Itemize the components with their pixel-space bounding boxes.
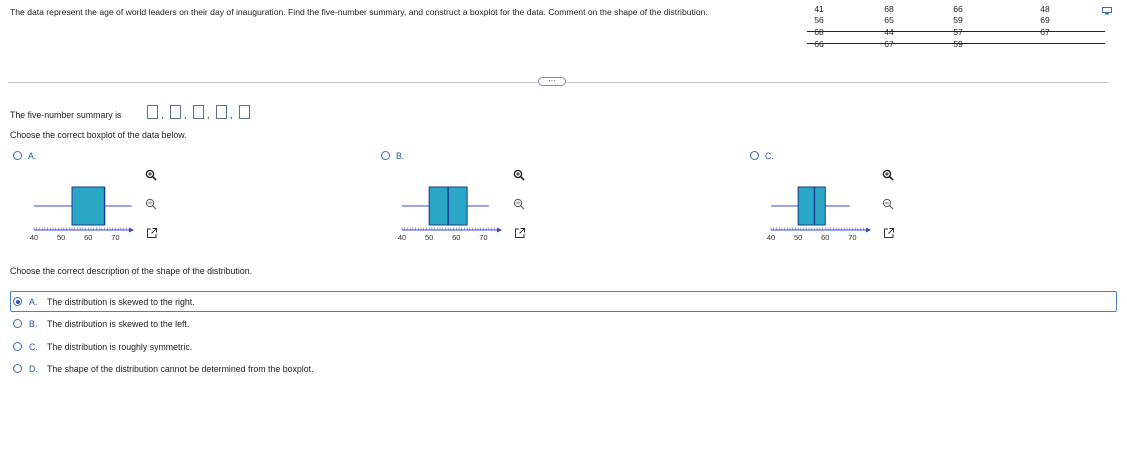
table-row: 68 44 57 67 <box>807 27 1105 37</box>
popout-icon[interactable] <box>146 227 158 239</box>
comma-separator: , <box>161 110 164 120</box>
table-rule <box>807 43 1105 44</box>
axis-tick-label: 70 <box>848 233 856 242</box>
boxplot-box <box>797 186 826 226</box>
zoom-in-icon[interactable] <box>882 169 894 181</box>
table-row: 41 68 66 48 <box>807 4 1105 14</box>
boxplot-chart: 40 50 60 70 <box>398 186 502 242</box>
zoom-out-icon[interactable] <box>882 198 894 210</box>
table-cell: 68 <box>814 27 824 37</box>
question-text: The data represent the age of world lead… <box>10 7 708 17</box>
five-number-input-3[interactable] <box>193 105 204 119</box>
table-cell: 57 <box>953 27 963 37</box>
popout-icon[interactable] <box>883 227 895 239</box>
boxplot-option-a-radio[interactable] <box>13 151 22 160</box>
axis-arrow <box>866 227 871 233</box>
boxplot-option-letter: C. <box>765 151 774 161</box>
shape-option-b-radio[interactable] <box>13 319 22 328</box>
boxplot-option-letter: B. <box>396 151 405 161</box>
popout-icon[interactable] <box>514 227 526 239</box>
axis-tick-label: 70 <box>479 233 487 242</box>
table-cell: 65 <box>884 15 894 25</box>
table-cell: 67 <box>884 39 894 49</box>
shape-option-letter: C. <box>29 342 38 352</box>
boxplot-option-letter: A. <box>28 151 37 161</box>
table-cell: 41 <box>814 4 824 14</box>
zoom-in-icon[interactable] <box>513 169 525 181</box>
zoom-in-icon[interactable] <box>145 169 157 181</box>
zoom-out-icon[interactable] <box>513 198 525 210</box>
table-cell: 59 <box>953 15 963 25</box>
five-number-label: The five-number summary is <box>10 110 122 120</box>
shape-option-c-radio[interactable] <box>13 342 22 351</box>
zoom-out-icon[interactable] <box>145 198 157 210</box>
shape-option-text[interactable]: The distribution is roughly symmetric. <box>47 342 192 352</box>
shape-option-d-radio[interactable] <box>13 364 22 373</box>
boxplot-box <box>71 186 106 226</box>
five-number-input-1[interactable] <box>147 105 158 119</box>
axis-tick-label: 50 <box>57 233 65 242</box>
shape-option-letter: A. <box>29 297 38 307</box>
axis-tick-label: 60 <box>84 233 92 242</box>
table-cell: 44 <box>884 27 894 37</box>
table-cell: 59 <box>953 39 963 49</box>
boxplot-option-c-radio[interactable] <box>750 151 759 160</box>
shape-option-a-radio[interactable] <box>13 297 22 306</box>
table-cell: 66 <box>953 4 963 14</box>
table-row: 56 65 59 69 <box>807 15 1105 25</box>
expand-icon[interactable] <box>1102 7 1112 15</box>
table-row: 66 67 59 <box>807 39 1105 49</box>
table-cell: 48 <box>1040 4 1050 14</box>
table-cell: 56 <box>814 15 824 25</box>
boxplot-prompt: Choose the correct boxplot of the data b… <box>10 130 187 140</box>
axis-arrow <box>129 227 134 233</box>
axis-tick-label: 40 <box>767 233 775 242</box>
table-rule <box>807 31 1105 32</box>
axis-tick-label: 70 <box>111 233 119 242</box>
shape-option-text[interactable]: The shape of the distribution cannot be … <box>47 364 314 374</box>
five-number-input-2[interactable] <box>170 105 181 119</box>
axis-tick-label: 60 <box>821 233 829 242</box>
table-cell: 68 <box>884 4 894 14</box>
five-number-input-4[interactable] <box>216 105 227 119</box>
shape-option-letter: B. <box>29 319 38 329</box>
boxplot-chart: 40 50 60 70 <box>30 186 134 242</box>
comma-separator: , <box>230 110 233 120</box>
table-cell: 69 <box>1040 15 1050 25</box>
table-cell: 67 <box>1040 27 1050 37</box>
shape-option-text[interactable]: The distribution is skewed to the right. <box>47 297 195 307</box>
boxplot-option-b-radio[interactable] <box>381 151 390 160</box>
axis-tick-label: 60 <box>452 233 460 242</box>
boxplot-chart: 40 50 60 70 <box>767 186 871 242</box>
shape-prompt: Choose the correct description of the sh… <box>10 266 253 276</box>
axis-arrow <box>497 227 502 233</box>
shape-option-text[interactable]: The distribution is skewed to the left. <box>47 319 189 329</box>
shape-option-letter: D. <box>29 364 38 374</box>
comma-separator: , <box>184 110 187 120</box>
five-number-input-5[interactable] <box>239 105 250 119</box>
table-cell: 66 <box>814 39 824 49</box>
axis-tick-label: 40 <box>398 233 406 242</box>
axis-tick-label: 50 <box>794 233 802 242</box>
comma-separator: , <box>207 110 210 120</box>
more-dots-icon[interactable]: ··· <box>538 77 566 86</box>
axis-tick-label: 50 <box>425 233 433 242</box>
axis-tick-label: 40 <box>30 233 38 242</box>
